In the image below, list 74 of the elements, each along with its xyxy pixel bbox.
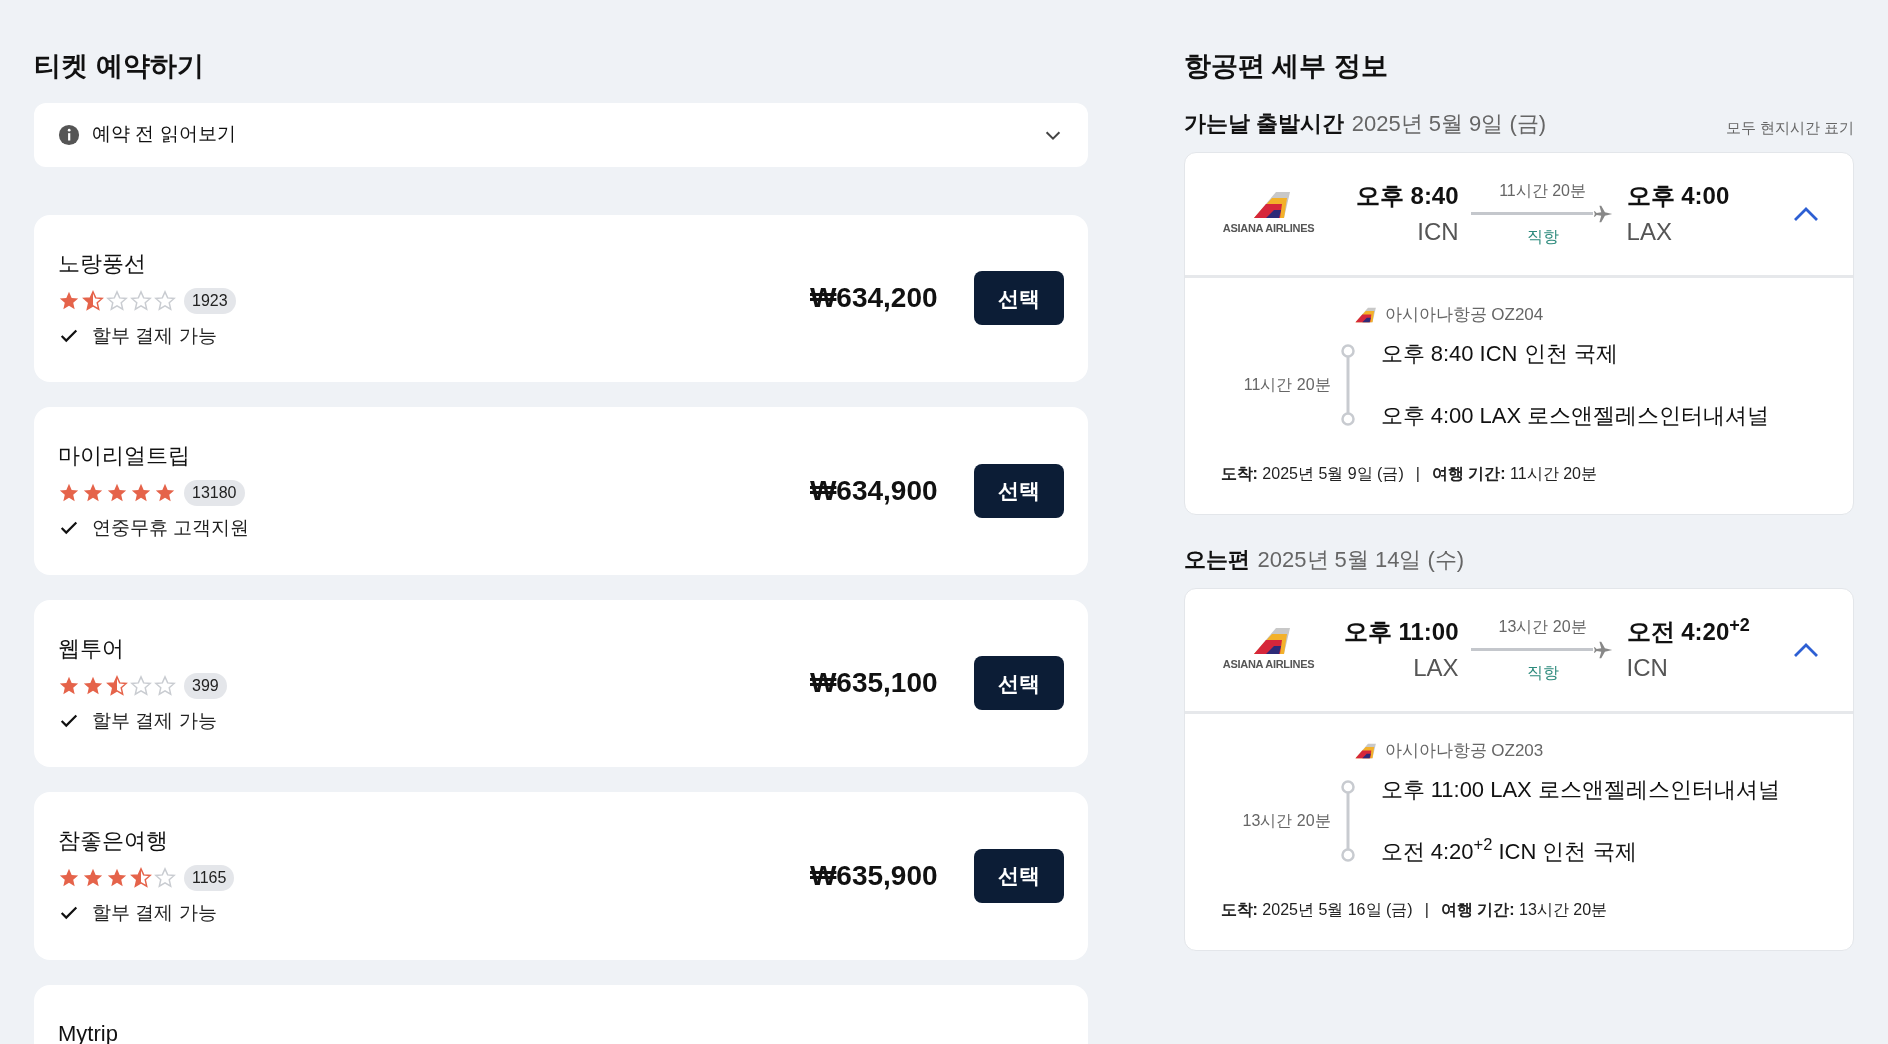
select-button[interactable]: 선택: [973, 463, 1064, 518]
star-icon: [82, 289, 104, 312]
local-time-note: 모두 현지시간 표기: [1725, 118, 1854, 138]
star-icon: [106, 867, 128, 889]
price: ₩635,900: [809, 858, 938, 893]
stop-detail: 오전 4:20$^{+2}$ ICN 인천 국제: [1380, 837, 1638, 866]
airline-flight-number: 아시아나항공 OZ203: [1384, 739, 1544, 762]
flight-duration: 13시간 20분: [1498, 616, 1587, 637]
star-icon: [106, 482, 128, 504]
arrive-time: 오후 4:00: [1626, 180, 1730, 211]
agency-name: 참좋은여행: [58, 827, 169, 855]
direct-flight-label: 직항: [1526, 662, 1559, 683]
select-button[interactable]: 선택: [973, 271, 1064, 326]
section-title: 항공편 세부 정보: [1183, 50, 1389, 83]
flight-label: 오는편: [1183, 545, 1250, 574]
stop-detail: 오후 4:00 LAX 로스앤젤레스인터내셔널: [1380, 401, 1770, 430]
feature-text: 할부 결제 가능: [92, 708, 217, 733]
review-count: 399: [184, 672, 227, 699]
select-button[interactable]: 선택: [973, 656, 1064, 711]
price: ₩634,200: [809, 281, 938, 316]
agency-name: 노랑풍선: [58, 249, 147, 278]
star-icon: [130, 674, 152, 697]
flight-duration: 11시간 20분: [1499, 180, 1586, 201]
star-icon: [154, 482, 176, 504]
airport-code: ICN: [1626, 652, 1668, 683]
star-icon: [106, 674, 128, 697]
flight-date: 2025년 5월 9일 (금): [1351, 109, 1547, 138]
star-icon: [130, 289, 152, 312]
star-icon: [154, 867, 176, 889]
star-icon: [154, 674, 176, 697]
stop-detail: 오후 8:40 ICN 인천 국제: [1380, 339, 1619, 368]
airport-code: LAX: [1413, 652, 1459, 683]
segment-duration: 11시간 20분: [1242, 374, 1331, 395]
star-icon: [130, 867, 152, 889]
agency-name: 마이리얼트립: [58, 442, 191, 470]
segment-duration: 13시간 20분: [1241, 810, 1331, 831]
depart-time: 오후 11:00: [1343, 616, 1459, 647]
star-icon: [58, 867, 80, 889]
separator: |: [1424, 899, 1429, 920]
flight-label: 가는날 출발시간: [1183, 109, 1344, 138]
star-icon: [58, 482, 80, 504]
review-count: 1923: [184, 287, 236, 314]
price: ₩634,900: [809, 473, 938, 508]
airport-code: LAX: [1626, 216, 1672, 247]
arrive-time: 오전 4:20$^{+2}$: [1626, 613, 1750, 647]
star-icon: [154, 289, 176, 312]
page-title: 티켓 예약하기: [34, 50, 205, 83]
direct-flight-label: 직항: [1526, 226, 1559, 247]
airline-flight-number: 아시아나항공 OZ204: [1384, 303, 1544, 326]
stop-detail: 오후 11:00 LAX 로스앤젤레스인터내셔널: [1380, 775, 1780, 804]
flight-date: 2025년 5월 14일 (수): [1257, 545, 1465, 574]
feature-text: 할부 결제 가능: [92, 323, 217, 348]
star-icon: [130, 482, 152, 504]
arrival-info: 도착: 2025년 5월 16일 (금): [1220, 899, 1413, 920]
agency-name: 웹투어: [58, 634, 125, 663]
airport-code: ICN: [1417, 216, 1459, 247]
notice-dropdown[interactable]: 예약 전 읽어보기: [34, 102, 1088, 167]
depart-time: 오후 8:40: [1355, 180, 1459, 211]
feature-text: 연중무휴 고객지원: [92, 516, 250, 540]
airline-logo-text: ASIANA AIRLINES: [1222, 657, 1315, 673]
separator: |: [1415, 463, 1420, 484]
star-icon: [82, 482, 104, 504]
airline-logo-text: ASIANA AIRLINES: [1222, 221, 1315, 237]
select-button[interactable]: 선택: [973, 848, 1064, 903]
review-count: 13180: [184, 480, 245, 506]
arrival-info: 도착: 2025년 5월 9일 (금): [1220, 463, 1404, 484]
info-icon: [58, 123, 80, 146]
star-icon: [106, 289, 128, 312]
price: ₩635,100: [809, 666, 938, 701]
travel-time-info: 여행 기간: 11시간 20분: [1431, 463, 1597, 484]
feature-text: 할부 결제 가능: [92, 901, 217, 925]
travel-time-info: 여행 기간: 13시간 20분: [1440, 899, 1608, 920]
review-count: 1165: [184, 865, 235, 891]
star-icon: [82, 867, 104, 889]
